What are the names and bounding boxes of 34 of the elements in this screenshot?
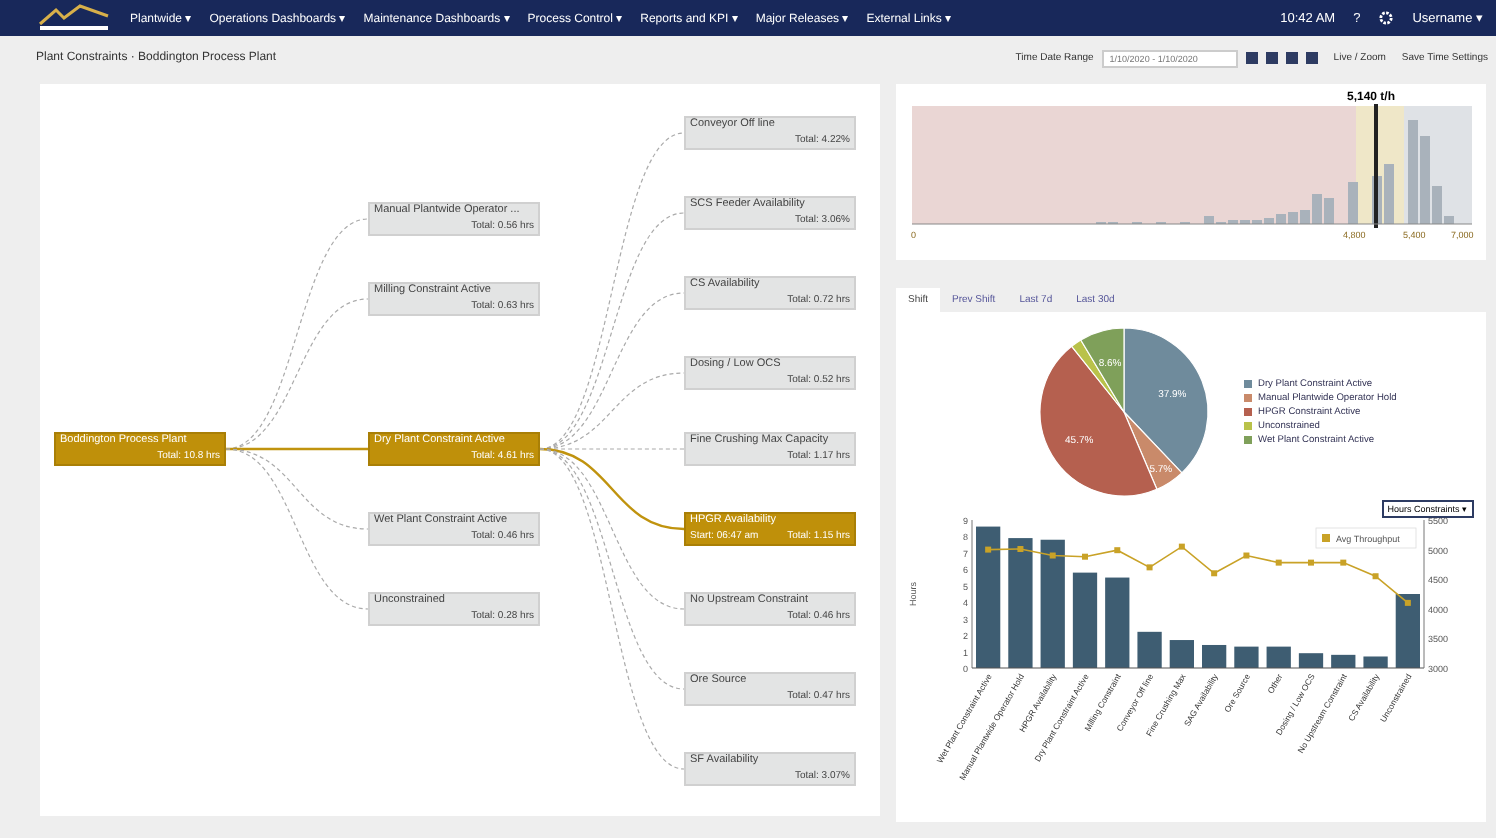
bar [1395, 594, 1420, 668]
logo-icon [36, 4, 112, 32]
histogram-bar [1347, 182, 1357, 224]
settings-icon[interactable] [1378, 10, 1395, 26]
calendar-icon[interactable] [1245, 52, 1258, 64]
line-point [1372, 573, 1379, 580]
bar [1072, 572, 1098, 668]
line-point [1082, 553, 1088, 560]
bar [1040, 539, 1065, 668]
line-point [1178, 543, 1185, 550]
bar [1008, 538, 1033, 668]
line-point [1275, 559, 1282, 566]
line-point [1243, 552, 1250, 559]
legend-swatch [1322, 534, 1330, 542]
line-point [1017, 546, 1024, 552]
bar [1137, 631, 1162, 668]
line-point [1308, 559, 1314, 566]
line-point [1049, 552, 1056, 559]
bar [976, 526, 1001, 668]
line-point [1211, 570, 1218, 577]
bar [1105, 577, 1130, 668]
bar [1266, 646, 1291, 668]
bar [1363, 656, 1388, 668]
marker-line[interactable] [1373, 104, 1377, 228]
bar [1202, 645, 1227, 668]
line-point [1340, 559, 1347, 566]
line-point [1146, 564, 1153, 571]
bar [1234, 646, 1259, 668]
line-point [985, 546, 992, 553]
line-point [1404, 599, 1411, 606]
legend-box [1315, 527, 1417, 549]
bar [1331, 654, 1356, 668]
bar [1169, 640, 1194, 668]
line-point [1114, 547, 1121, 554]
